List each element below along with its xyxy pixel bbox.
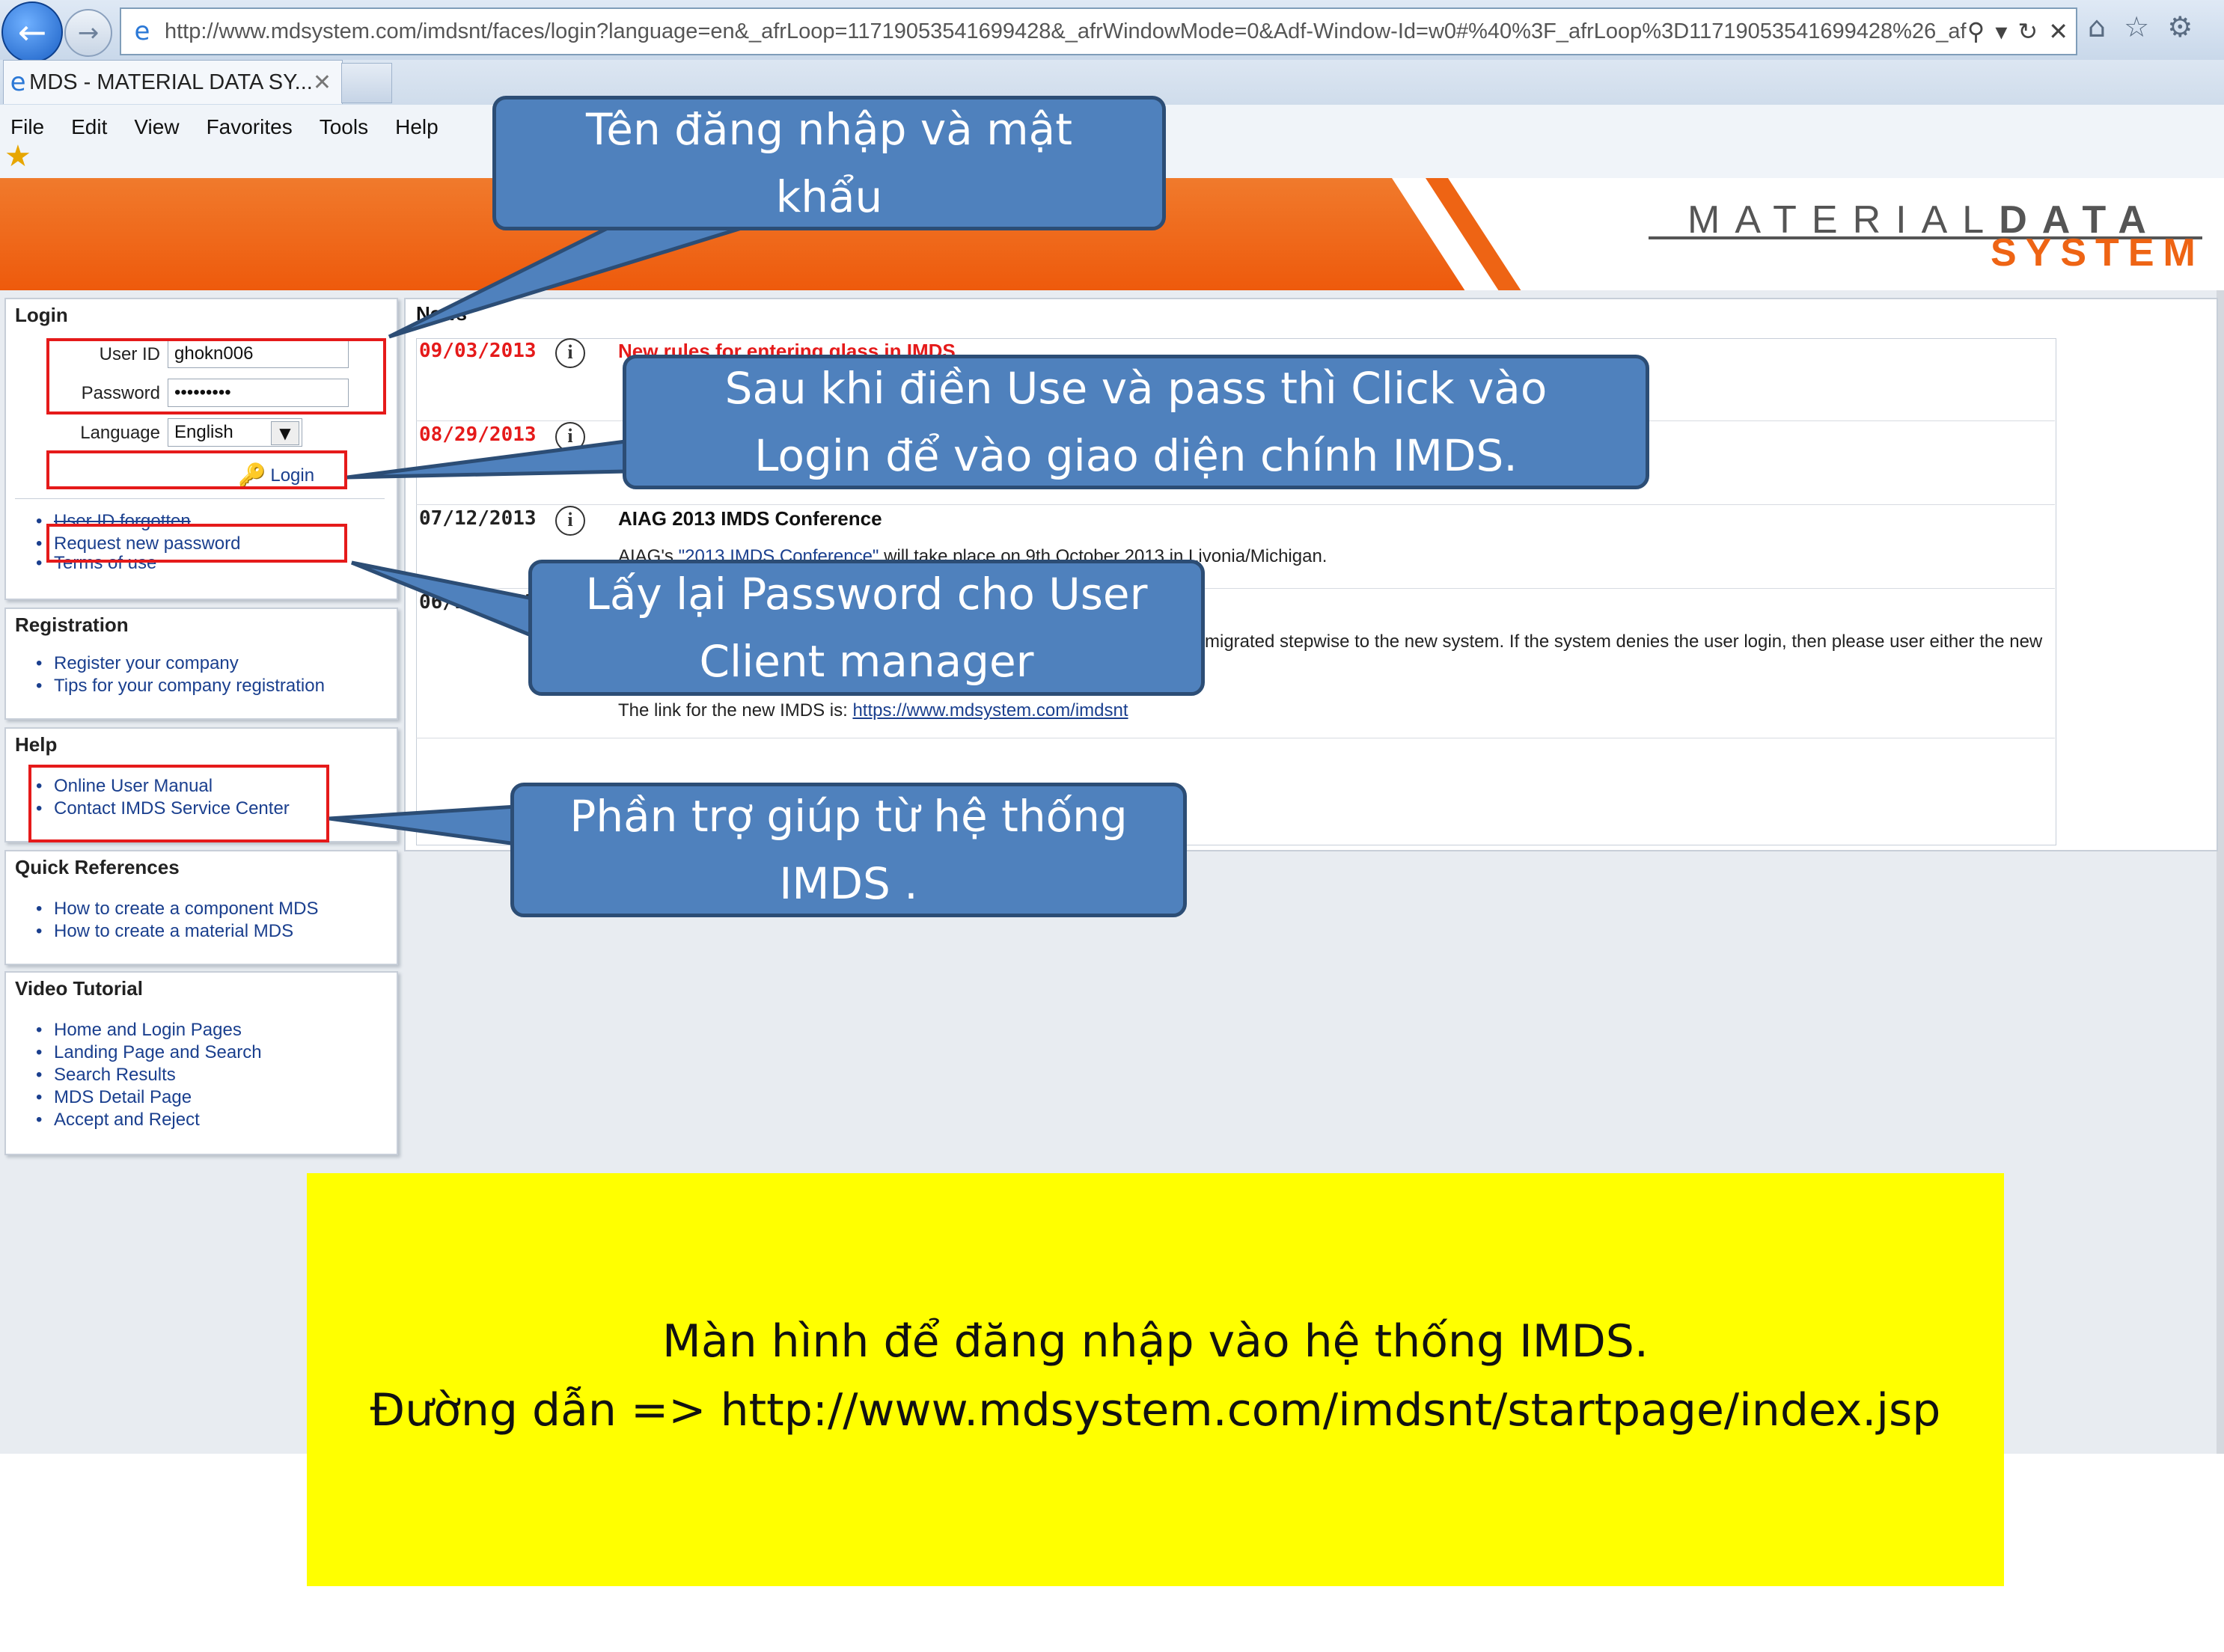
- callout-recover-password: Lấy lại Password cho User Client manager: [528, 560, 1205, 696]
- callout-click-login: Sau khi điền Use và pass thì Click vào Lo…: [623, 355, 1649, 489]
- pointer-recover-password: [351, 560, 535, 639]
- pointer-help: [329, 804, 519, 846]
- callout-login-info: Tên đăng nhập và mật khẩu: [492, 96, 1166, 230]
- pointer-click-login: [346, 439, 628, 480]
- note-line: Màn hình để đăng nhập vào hệ thống IMDS.: [662, 1315, 1649, 1368]
- note-line: Đường dẫn => http://www.mdsystem.com/imd…: [370, 1384, 1941, 1437]
- note-box: [307, 1173, 2004, 1586]
- callout-help-section: Phần trợ giúp từ hệ thống IMDS .: [510, 783, 1187, 917]
- pointer-login-info: [388, 219, 764, 339]
